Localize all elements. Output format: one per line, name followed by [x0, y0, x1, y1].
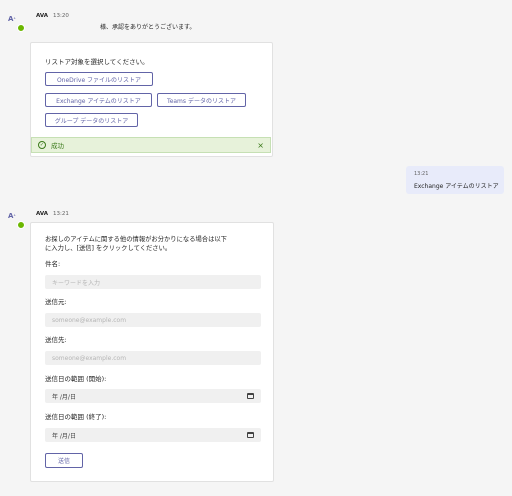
restore-teams-button[interactable]: Teams データのリストア: [157, 93, 246, 107]
bot-avatar[interactable]: A⁺: [8, 15, 25, 32]
card-prompt: リストア対象を選択してください。: [45, 58, 149, 66]
restore-exchange-button[interactable]: Exchange アイテムのリストア: [45, 93, 152, 107]
success-text: 成功: [51, 142, 64, 150]
restore-onedrive-button[interactable]: OneDrive ファイルのリストア: [45, 72, 153, 86]
bot-avatar[interactable]: A⁺: [8, 212, 25, 229]
date-end-value: 年 /月/日: [52, 432, 76, 440]
message-text: 様、承認をありがとうございます。: [100, 24, 196, 31]
to-label: 送信先:: [45, 336, 67, 344]
form-intro: お探しのアイテムに関する他の情報がお分かりになる場合は以下: [45, 236, 227, 243]
presence-available-icon: [17, 24, 25, 32]
check-circle-icon: ✓: [38, 141, 46, 149]
calendar-icon[interactable]: [247, 393, 254, 399]
restore-group-button[interactable]: グループ データのリストア: [45, 113, 138, 127]
date-start-input[interactable]: 年 /月/日: [45, 389, 261, 403]
subject-placeholder: キーワードを入力: [52, 279, 101, 287]
close-icon[interactable]: ×: [257, 141, 264, 150]
form-intro: に入力し、[送信] をクリックしてください。: [45, 245, 172, 252]
subject-input[interactable]: キーワードを入力: [45, 275, 261, 289]
reply-time: 13:21: [414, 171, 429, 177]
subject-label: 件名:: [45, 260, 61, 268]
reply-text: Exchange アイテムのリストア: [414, 183, 499, 190]
sender-name: AVA: [36, 211, 49, 217]
success-banner: ✓ 成功 ×: [31, 137, 271, 153]
date-start-value: 年 /月/日: [52, 393, 76, 401]
to-input[interactable]: someone@example.com: [45, 351, 261, 365]
submit-button[interactable]: 送信: [45, 453, 83, 468]
presence-available-icon: [17, 221, 25, 229]
message-time: 13:21: [53, 211, 69, 217]
date-end-label: 送信日の範囲 (終了):: [45, 413, 107, 421]
from-label: 送信元:: [45, 298, 67, 306]
from-placeholder: someone@example.com: [52, 316, 127, 324]
message-header: AVA 13:21: [36, 211, 69, 217]
from-input[interactable]: someone@example.com: [45, 313, 261, 327]
date-end-input[interactable]: 年 /月/日: [45, 428, 261, 442]
calendar-icon[interactable]: [247, 432, 254, 438]
date-start-label: 送信日の範囲 (開始):: [45, 375, 107, 383]
to-placeholder: someone@example.com: [52, 354, 127, 362]
